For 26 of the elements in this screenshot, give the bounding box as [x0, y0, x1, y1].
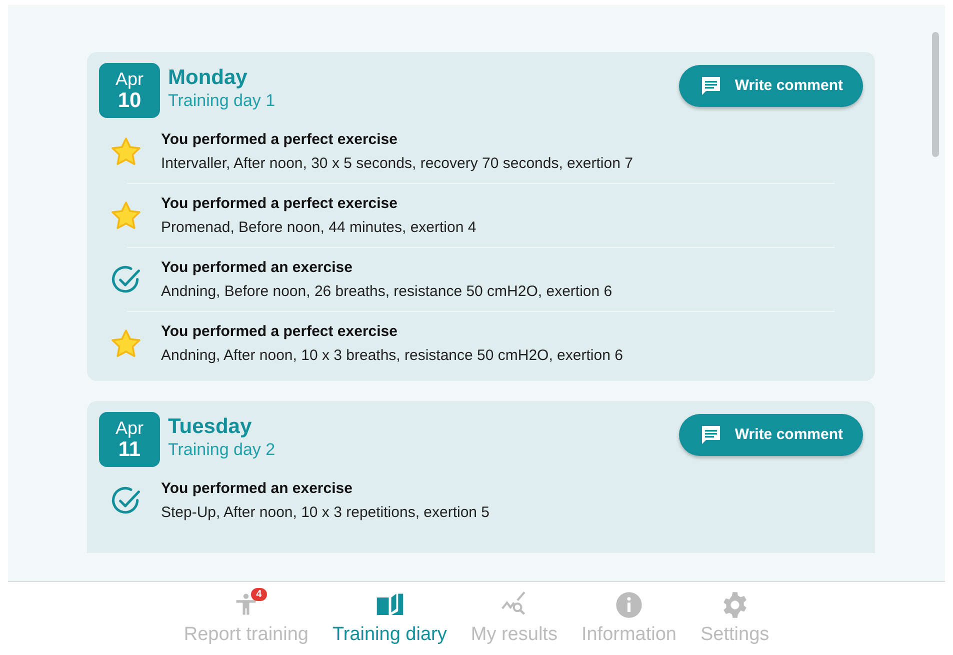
entry-title: You performed a perfect exercise	[161, 195, 398, 212]
entry-title: You performed a perfect exercise	[161, 131, 398, 148]
write-comment-button[interactable]: Write comment	[678, 414, 863, 456]
nav-tab[interactable]: Training diary	[320, 590, 459, 646]
entry-title: You performed an exercise	[161, 480, 354, 497]
entry-details: Promenad, Before noon, 44 minutes, exertion 4	[161, 219, 476, 236]
training-day-label: Training day 1	[168, 91, 276, 111]
training-day-label: Training day 2	[168, 440, 276, 460]
info-icon	[614, 591, 643, 619]
date-day: 10	[118, 90, 142, 111]
date-day: 11	[118, 439, 141, 460]
entry-details: Intervaller, After noon, 30 x 5 seconds, recovery 70 seconds, exertion 7	[161, 155, 633, 172]
nav-tab[interactable]: 4 Report training	[172, 590, 320, 646]
weekday-title: Monday	[168, 66, 248, 90]
date-month: Apr	[115, 419, 144, 437]
entry-title: You performed an exercise	[161, 259, 354, 276]
entry-details: Andning, After noon, 10 x 3 breaths, resistance 50 cmH2O, exertion 6	[161, 347, 623, 364]
entry-title: You performed a perfect exercise	[161, 323, 398, 340]
write-comment-button[interactable]: Write comment	[678, 64, 863, 106]
entry-details: Andning, Before noon, 26 breaths, resistance 50 cmH2O, exertion 6	[161, 283, 612, 300]
scrollbar[interactable]	[932, 32, 939, 157]
date-month: Apr	[115, 70, 144, 88]
settings-icon	[720, 591, 749, 619]
entry-details: Step-Up, After noon, 10 x 3 repetitions, exertion 5	[161, 504, 490, 521]
weekday-title: Tuesday	[168, 415, 253, 439]
notification-badge: 4	[251, 588, 267, 601]
